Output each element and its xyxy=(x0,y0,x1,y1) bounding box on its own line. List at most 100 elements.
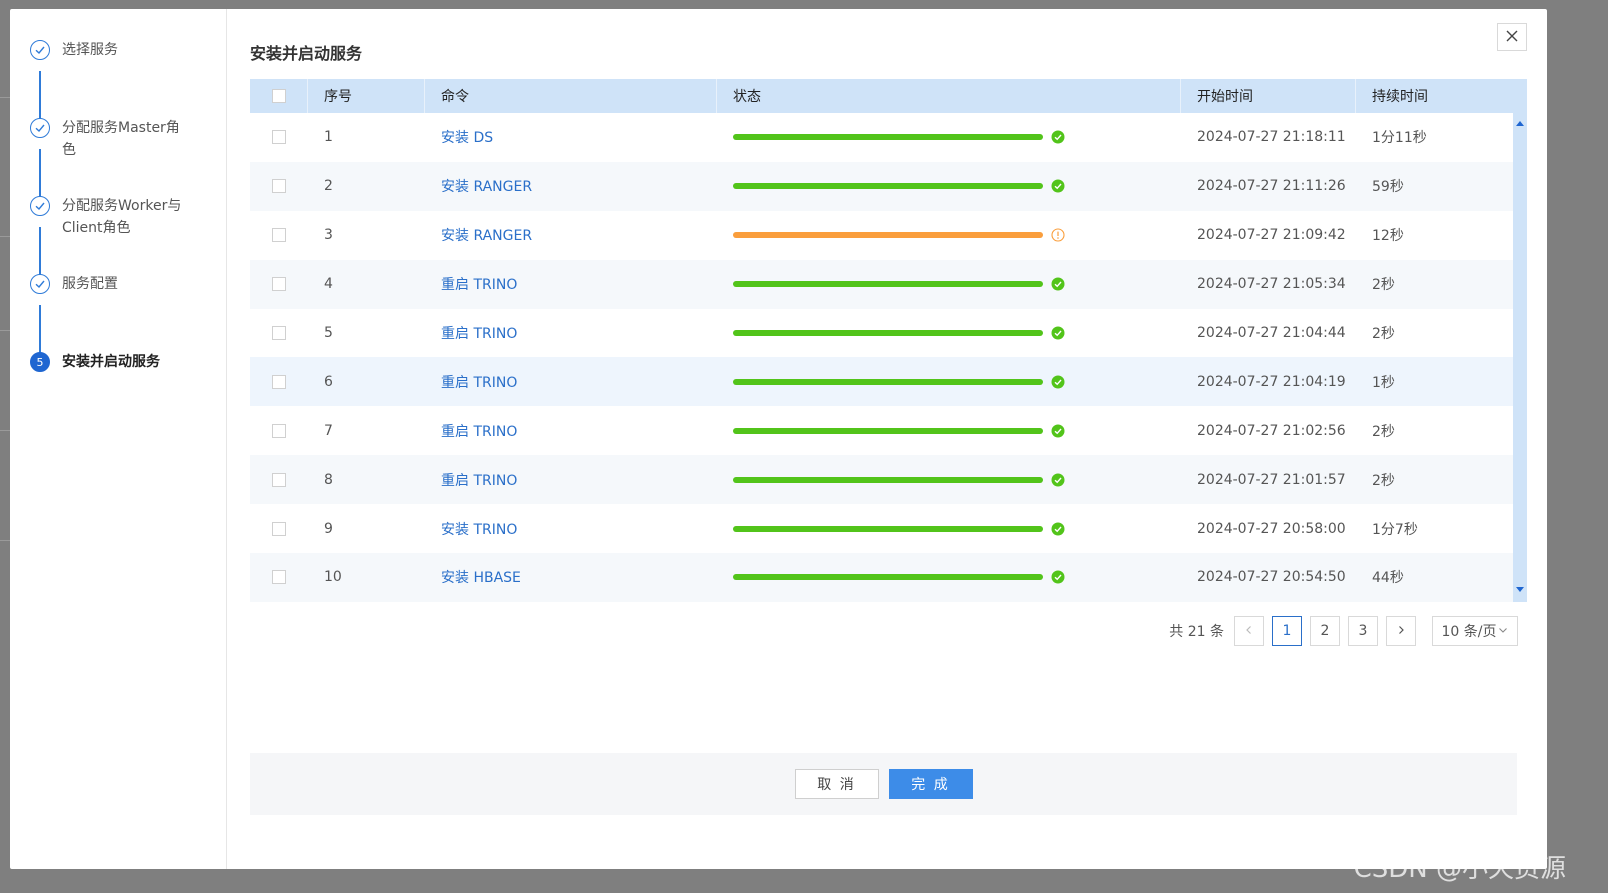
prev-page-button[interactable] xyxy=(1234,616,1264,646)
table-row[interactable]: 9 安装 TRINO 2024-07-27 20:58:00 1分7秒 xyxy=(250,504,1527,553)
column-header-seq[interactable]: 序号 xyxy=(308,79,425,113)
row-command-cell: 重启 TRINO xyxy=(425,470,717,490)
finish-button[interactable]: 完 成 xyxy=(888,769,973,799)
check-icon xyxy=(30,118,50,138)
chevron-left-icon xyxy=(1244,623,1254,639)
command-link[interactable]: 安装 HBASE xyxy=(441,567,521,587)
command-link[interactable]: 安装 RANGER xyxy=(441,225,532,245)
column-header-start[interactable]: 开始时间 xyxy=(1181,79,1356,113)
row-checkbox[interactable] xyxy=(272,130,286,145)
row-duration: 2秒 xyxy=(1372,277,1395,294)
success-icon xyxy=(1051,130,1065,144)
row-select-cell xyxy=(250,570,308,585)
row-checkbox[interactable] xyxy=(272,179,286,194)
row-start-time: 2024-07-27 21:05:34 xyxy=(1197,276,1346,293)
row-checkbox[interactable] xyxy=(272,228,286,243)
command-link[interactable]: 安装 TRINO xyxy=(441,519,517,539)
progress-track xyxy=(733,183,1043,190)
scroll-down-icon xyxy=(1516,587,1524,592)
check-icon xyxy=(30,196,50,216)
page-2[interactable]: 2 xyxy=(1310,616,1340,646)
table-row[interactable]: 1 安装 DS 2024-07-27 21:18:11 1分11秒 xyxy=(250,113,1527,162)
row-select-cell xyxy=(250,472,308,487)
command-link[interactable]: 重启 TRINO xyxy=(441,421,517,441)
select-all-cell xyxy=(250,79,308,113)
row-start-time: 2024-07-27 21:04:44 xyxy=(1197,325,1346,341)
progress-bar xyxy=(733,232,1043,239)
row-seq: 3 xyxy=(324,227,333,244)
progress-track xyxy=(733,476,1043,483)
command-link[interactable]: 重启 TRINO xyxy=(441,274,517,294)
progress-bar xyxy=(733,476,1043,483)
table-row[interactable]: 7 重启 TRINO 2024-07-27 21:02:56 2秒 xyxy=(250,406,1527,455)
step-install-start[interactable]: 5 安装并启动服务 xyxy=(30,352,192,373)
step-number: 5 xyxy=(30,352,50,372)
row-seq: 9 xyxy=(324,520,333,537)
row-duration: 1分11秒 xyxy=(1372,130,1427,147)
row-seq: 10 xyxy=(324,569,342,586)
check-icon xyxy=(30,274,50,294)
step-assign-worker-client[interactable]: 分配服务Worker与Client角色 xyxy=(30,196,192,239)
progress-track xyxy=(733,525,1043,532)
row-select-cell xyxy=(250,228,308,243)
progress-track xyxy=(733,232,1043,239)
row-checkbox[interactable] xyxy=(272,570,286,585)
row-duration: 2秒 xyxy=(1372,423,1395,440)
step-select-service[interactable]: 选择服务 xyxy=(30,40,192,61)
page-size-select[interactable]: 10 条/页 xyxy=(1432,616,1518,646)
table-row[interactable]: 8 重启 TRINO 2024-07-27 21:01:57 2秒 xyxy=(250,455,1527,505)
command-link[interactable]: 重启 TRINO xyxy=(441,372,517,392)
pagination: 共 21 条 1 2 3 10 条/页 xyxy=(1169,616,1518,646)
table-row[interactable]: 5 重启 TRINO 2024-07-27 21:04:44 2秒 xyxy=(250,309,1527,358)
dialog-footer: 取 消 完 成 xyxy=(250,753,1517,815)
progress-track xyxy=(733,281,1043,288)
table-row[interactable]: 2 安装 RANGER 2024-07-27 21:11:26 59秒 xyxy=(250,161,1527,211)
table-body: 1 安装 DS 2024-07-27 21:18:11 1分11秒 2 安装 RANGER… xyxy=(250,113,1527,602)
next-page-button[interactable] xyxy=(1386,616,1416,646)
row-select-cell xyxy=(250,179,308,194)
table-row[interactable]: 6 重启 TRINO 2024-07-27 21:04:19 1秒 xyxy=(250,357,1527,407)
table-header: 序号 命令 状态 开始时间 持续时间 xyxy=(250,79,1527,113)
row-duration: 1秒 xyxy=(1372,374,1395,391)
progress-bar xyxy=(733,378,1043,385)
progress-bar xyxy=(733,330,1043,336)
table-row[interactable]: 10 安装 HBASE 2024-07-27 20:54:50 44秒 xyxy=(250,553,1527,602)
step-label: 分配服务Worker与Client角色 xyxy=(62,198,182,236)
row-duration: 1分7秒 xyxy=(1372,521,1418,538)
row-start-time: 2024-07-27 21:04:19 xyxy=(1197,373,1346,390)
command-link[interactable]: 重启 TRINO xyxy=(441,470,517,490)
row-seq: 6 xyxy=(324,373,333,390)
table-row[interactable]: 3 安装 RANGER 2024-07-27 21:09:42 12秒 xyxy=(250,211,1527,260)
row-checkbox[interactable] xyxy=(272,472,286,487)
page-3[interactable]: 3 xyxy=(1348,616,1378,646)
command-link[interactable]: 安装 RANGER xyxy=(441,176,532,196)
row-status-cell xyxy=(717,570,1181,584)
page-1[interactable]: 1 xyxy=(1272,616,1302,646)
row-start-time: 2024-07-27 21:02:56 xyxy=(1197,422,1346,439)
row-command-cell: 安装 RANGER xyxy=(425,176,717,196)
row-select-cell xyxy=(250,374,308,389)
row-command-cell: 安装 DS xyxy=(425,127,717,147)
command-link[interactable]: 安装 DS xyxy=(441,127,493,147)
scrollbar[interactable] xyxy=(1513,113,1527,602)
row-checkbox[interactable] xyxy=(272,277,286,292)
column-header-duration[interactable]: 持续时间 xyxy=(1356,79,1512,113)
row-start-time: 2024-07-27 20:58:00 xyxy=(1197,520,1346,537)
column-header-status[interactable]: 状态 xyxy=(717,79,1181,113)
table-row[interactable]: 4 重启 TRINO 2024-07-27 21:05:34 2秒 xyxy=(250,259,1527,309)
command-link[interactable]: 重启 TRINO xyxy=(441,323,517,343)
row-checkbox[interactable] xyxy=(272,423,286,438)
cancel-button[interactable]: 取 消 xyxy=(794,769,879,799)
row-duration: 2秒 xyxy=(1372,472,1395,489)
close-button[interactable] xyxy=(1497,23,1527,51)
scroll-up-icon xyxy=(1516,121,1524,126)
step-service-config[interactable]: 服务配置 xyxy=(30,274,192,295)
step-assign-master[interactable]: 分配服务Master角色 xyxy=(30,118,192,161)
column-header-cmd[interactable]: 命令 xyxy=(425,79,717,113)
select-all-checkbox[interactable] xyxy=(271,89,286,103)
row-checkbox[interactable] xyxy=(272,521,286,536)
row-checkbox[interactable] xyxy=(272,326,286,340)
row-checkbox[interactable] xyxy=(272,374,286,389)
row-seq: 5 xyxy=(324,325,333,341)
row-seq: 2 xyxy=(324,178,333,195)
